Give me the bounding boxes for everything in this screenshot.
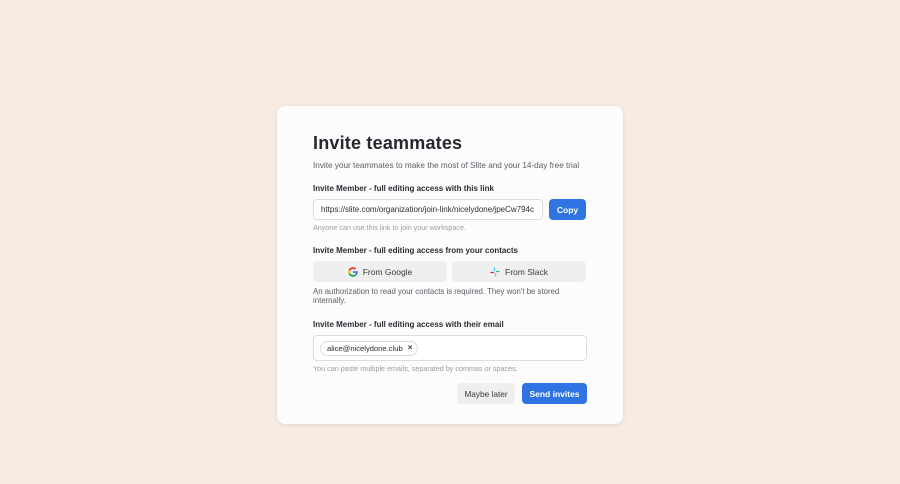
copy-button[interactable]: Copy: [549, 199, 586, 220]
from-slack-button[interactable]: From Slack: [452, 261, 586, 282]
email-input[interactable]: alice@nicelydone.club ×: [313, 335, 587, 361]
google-icon: [347, 266, 358, 277]
link-helper-text: Anyone can use this link to join your wo…: [313, 223, 467, 232]
slack-icon: [490, 266, 500, 277]
link-row: Copy: [313, 199, 587, 220]
contacts-authorization-note: An authorization to read your contacts i…: [313, 287, 560, 305]
close-icon[interactable]: ×: [408, 344, 413, 352]
email-chip-label: alice@nicelydone.club: [327, 343, 403, 353]
invite-link-input[interactable]: [313, 199, 543, 220]
email-chip: alice@nicelydone.club ×: [320, 340, 419, 356]
modal-footer: Maybe later Send invites: [457, 383, 587, 404]
link-section-label: Invite Member - full editing access with…: [313, 184, 494, 193]
send-invites-button[interactable]: Send invites: [522, 383, 587, 404]
maybe-later-button[interactable]: Maybe later: [457, 383, 515, 404]
invite-modal: Invite teammates Invite your teammates t…: [277, 106, 623, 424]
from-google-label: From Google: [362, 266, 413, 277]
contacts-section-label: Invite Member - full editing access from…: [313, 246, 518, 255]
email-helper-text: You can paste multiple emails, separated…: [313, 364, 518, 373]
modal-subtitle: Invite your teammates to make the most o…: [313, 161, 580, 170]
contact-sources: From Google From Slack: [313, 261, 587, 282]
modal-title: Invite teammates: [313, 133, 463, 153]
from-google-button[interactable]: From Google: [313, 261, 447, 282]
from-slack-label: From Slack: [505, 266, 548, 277]
email-section-label: Invite Member - full editing access with…: [313, 320, 504, 329]
